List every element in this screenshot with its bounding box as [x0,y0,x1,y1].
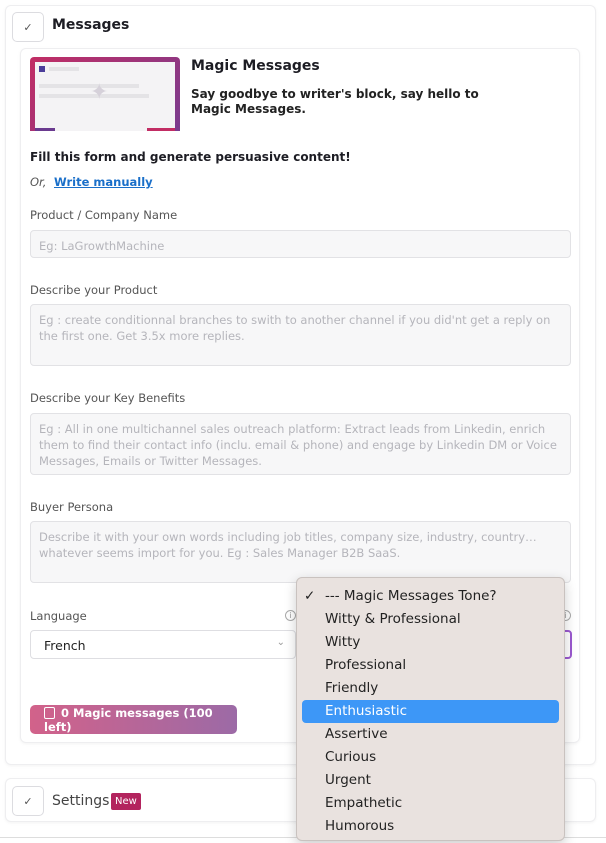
or-text: Or, [30,175,47,189]
tone-option[interactable]: Empathetic [302,792,559,815]
product-input[interactable]: Eg: LaGrowthMachine [30,230,571,258]
messages-title: Messages [52,17,130,33]
tone-option[interactable]: Assertive [302,723,559,746]
tone-option-label: Assertive [325,726,388,742]
tone-option-label: Friendly [325,680,379,696]
persona-textarea[interactable]: Describe it with your own words includin… [30,521,571,583]
generate-magic-messages-button[interactable]: 0 Magic messages (100 left) [30,705,237,734]
tone-dropdown-menu[interactable]: ✓ --- Magic Messages Tone? Witty & Profess… [296,577,565,841]
add-document-icon [44,706,55,719]
tone-option[interactable]: Enthusiastic [302,700,559,723]
chevron-down-icon: ⌄ [276,637,285,648]
tone-option[interactable]: Urgent [302,769,559,792]
info-icon: i [285,610,296,621]
settings-checkbox[interactable]: ✓ [12,786,44,816]
tone-option-label: --- Magic Messages Tone? [325,588,497,604]
tone-option[interactable]: Professional [302,654,559,677]
tone-option[interactable]: Witty [302,631,559,654]
tone-option[interactable]: Curious [302,746,559,769]
magic-messages-illustration: ✦ [30,57,180,131]
checkmark-icon: ✓ [23,794,33,808]
tone-option-label: Witty [325,634,361,650]
new-badge: New [111,793,141,810]
tone-option-label: Urgent [325,772,371,788]
form-heading: Fill this form and generate persuasive c… [30,150,351,164]
benefits-textarea[interactable]: Eg : All in one multichannel sales outre… [30,413,571,475]
checkmark-icon: ✓ [23,20,33,34]
messages-checkbox[interactable]: ✓ [12,12,44,42]
intro-description-line1: Say goodbye to writer's block, say hello… [191,87,479,101]
language-value: French [44,638,86,653]
sparkle-icon: ✦ [90,80,109,105]
language-label: Language [30,609,87,623]
generate-button-label: 0 Magic messages (100 left) [44,705,213,734]
intro-title: Magic Messages [191,58,320,74]
product-label: Product / Company Name [30,208,178,222]
intro-description-line2: Magic Messages. [191,102,306,116]
tone-option-label: Enthusiastic [325,703,408,719]
tone-option-label: Curious [325,749,377,765]
tone-option-label: Professional [325,657,407,673]
language-select[interactable]: French ⌄ [30,630,296,659]
checkmark-icon: ✓ [304,588,316,604]
tone-option[interactable]: Friendly [302,677,559,700]
tone-option-label: Humorous [325,818,395,834]
describe-label: Describe your Product [30,283,158,297]
tone-option-label: Witty & Professional [325,611,461,627]
benefits-label: Describe your Key Benefits [30,391,186,405]
settings-title: Settings [52,793,110,809]
tone-option[interactable]: Witty & Professional [302,608,559,631]
write-manually-link[interactable]: Write manually [54,175,153,189]
tone-option[interactable]: ✓ --- Magic Messages Tone? [302,585,559,608]
tone-option[interactable]: Humorous [302,815,559,838]
persona-label: Buyer Persona [30,500,114,514]
describe-textarea[interactable]: Eg : create conditionnal branches to swi… [30,304,571,366]
tone-option-label: Empathetic [325,795,403,811]
